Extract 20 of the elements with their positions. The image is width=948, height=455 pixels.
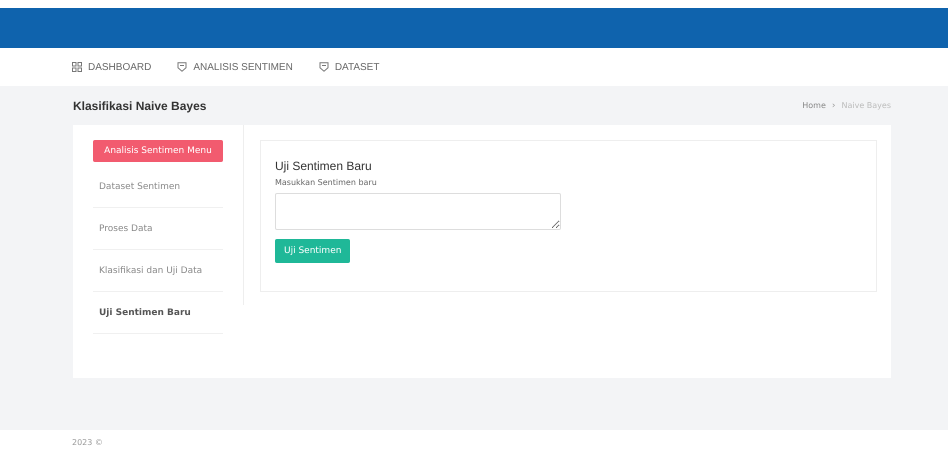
input-field[interactable]	[275, 193, 561, 230]
nav-link[interactable]: ANALISIS SENTIMEN	[177, 62, 293, 72]
breadcrumb-item[interactable]: Home	[802, 100, 826, 110]
footer-text: 2023 ©	[72, 438, 103, 447]
sidebar-item[interactable]: Proses Data	[93, 208, 223, 250]
grid-icon	[72, 62, 82, 72]
nav-link[interactable]: DATASET	[318, 62, 380, 72]
submit-button[interactable]: Uji Sentimen	[275, 239, 350, 263]
page-title: Klasifikasi Naive Bayes	[73, 98, 206, 112]
shield-icon	[318, 62, 329, 72]
shield-icon	[177, 62, 188, 72]
menu-button[interactable]: Analisis Sentimen Menu	[93, 140, 223, 162]
breadcrumb-separator: ›	[832, 100, 836, 110]
sidebar-item[interactable]: Uji Sentimen Baru	[93, 292, 223, 334]
sidebar-item[interactable]: Dataset Sentimen	[93, 166, 223, 208]
breadcrumb-item: Naive Bayes	[841, 100, 891, 110]
nav-link[interactable]: DASHBOARD	[72, 62, 152, 72]
field-label: Masukkan Sentimen baru	[275, 178, 377, 187]
form-title: Uji Sentimen Baru	[275, 159, 372, 173]
sidebar-item[interactable]: Klasifikasi dan Uji Data	[93, 250, 223, 292]
